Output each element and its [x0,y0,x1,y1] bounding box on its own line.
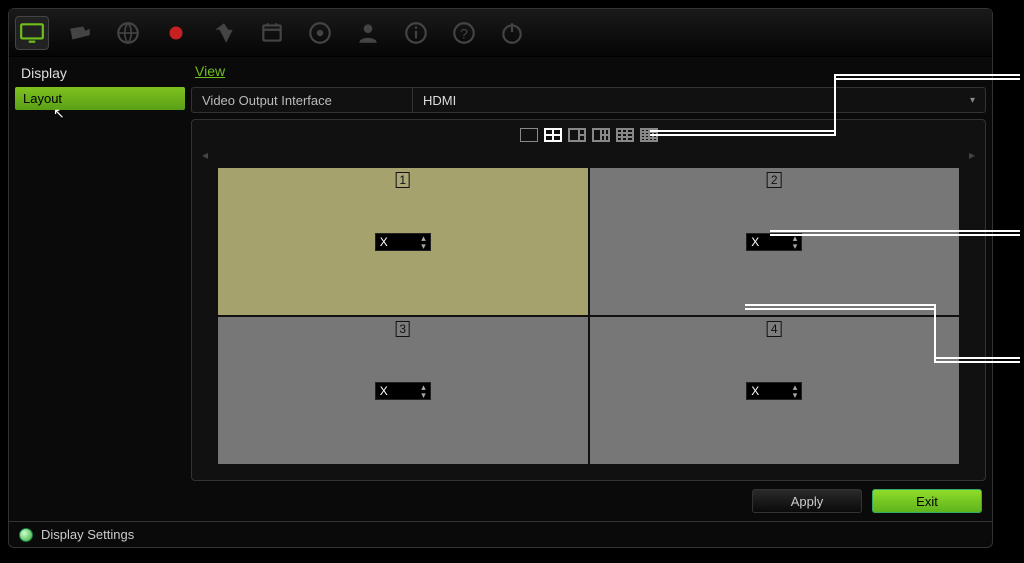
sidebar-item-layout[interactable]: Layout ↖ [15,87,185,110]
status-dot-icon [19,528,33,542]
sidebar-title: Display [15,61,185,87]
monitor-icon[interactable] [15,16,49,50]
tab-view[interactable]: View [195,63,225,79]
layout-1p3[interactable] [568,128,586,142]
cell-4[interactable]: 4 X ▴▾ [590,317,960,464]
output-interface-row: Video Output Interface HDMI ▾ [191,87,986,113]
sidebar-item-label: Layout [23,91,62,106]
preview-grid: 1 X ▴▾ 2 X ▴▾ 3 [198,162,979,474]
disk-icon[interactable] [303,16,337,50]
spinner-icon: ▴▾ [421,383,426,399]
cursor-icon: ↖ [53,105,65,122]
cell-4-channel-value: X [751,384,759,398]
output-interface-select[interactable]: HDMI ▾ [412,88,985,112]
cell-number: 4 [767,321,782,337]
info-icon[interactable] [399,16,433,50]
cell-number: 1 [395,172,410,188]
svg-text:?: ? [460,25,468,41]
cell-1-channel-select[interactable]: X ▴▾ [375,233,431,251]
cell-number: 2 [767,172,782,188]
user-icon[interactable] [351,16,385,50]
spinner-icon: ▴▾ [793,383,798,399]
spinner-icon: ▴▾ [421,234,426,250]
top-toolbar: ? [9,9,992,57]
cell-3-channel-value: X [380,384,388,398]
apply-button[interactable]: Apply [752,489,862,513]
cell-3-channel-select[interactable]: X ▴▾ [375,382,431,400]
page-prev-icon[interactable]: ◂ [202,148,208,162]
status-bar: Display Settings [9,521,992,547]
layout-1p5[interactable] [592,128,610,142]
main-area: View Video Output Interface HDMI ▾ [191,61,986,515]
camera-icon[interactable] [63,16,97,50]
layout-2x2[interactable] [544,128,562,142]
layout-1x1[interactable] [520,128,538,142]
layout-3x3[interactable] [616,128,634,142]
spinner-icon: ▴▾ [793,234,798,250]
cell-1[interactable]: 1 X ▴▾ [218,168,588,315]
power-icon[interactable] [495,16,529,50]
record-icon[interactable] [159,16,193,50]
status-text: Display Settings [41,527,134,542]
chevron-down-icon: ▾ [970,95,975,106]
alarm-icon[interactable] [207,16,241,50]
globe-icon[interactable] [111,16,145,50]
cell-2[interactable]: 2 X ▴▾ [590,168,960,315]
output-interface-value: HDMI [423,93,456,108]
exit-button[interactable]: Exit [872,489,982,513]
schedule-icon[interactable] [255,16,289,50]
cell-2-channel-select[interactable]: X ▴▾ [746,233,802,251]
cell-4-channel-select[interactable]: X ▴▾ [746,382,802,400]
cell-number: 3 [395,321,410,337]
help-icon[interactable]: ? [447,16,481,50]
output-interface-label: Video Output Interface [192,93,412,108]
sidebar: Display Layout ↖ [15,61,185,515]
cell-3[interactable]: 3 X ▴▾ [218,317,588,464]
footer: Apply Exit [191,481,986,515]
cell-1-channel-value: X [380,235,388,249]
layout-icon-row [198,126,979,148]
layout-panel: ◂ ▸ 1 X ▴▾ 2 X ▴▾ [191,119,986,481]
cell-2-channel-value: X [751,235,759,249]
layout-4x4[interactable] [640,128,658,142]
page-next-icon[interactable]: ▸ [969,148,975,162]
